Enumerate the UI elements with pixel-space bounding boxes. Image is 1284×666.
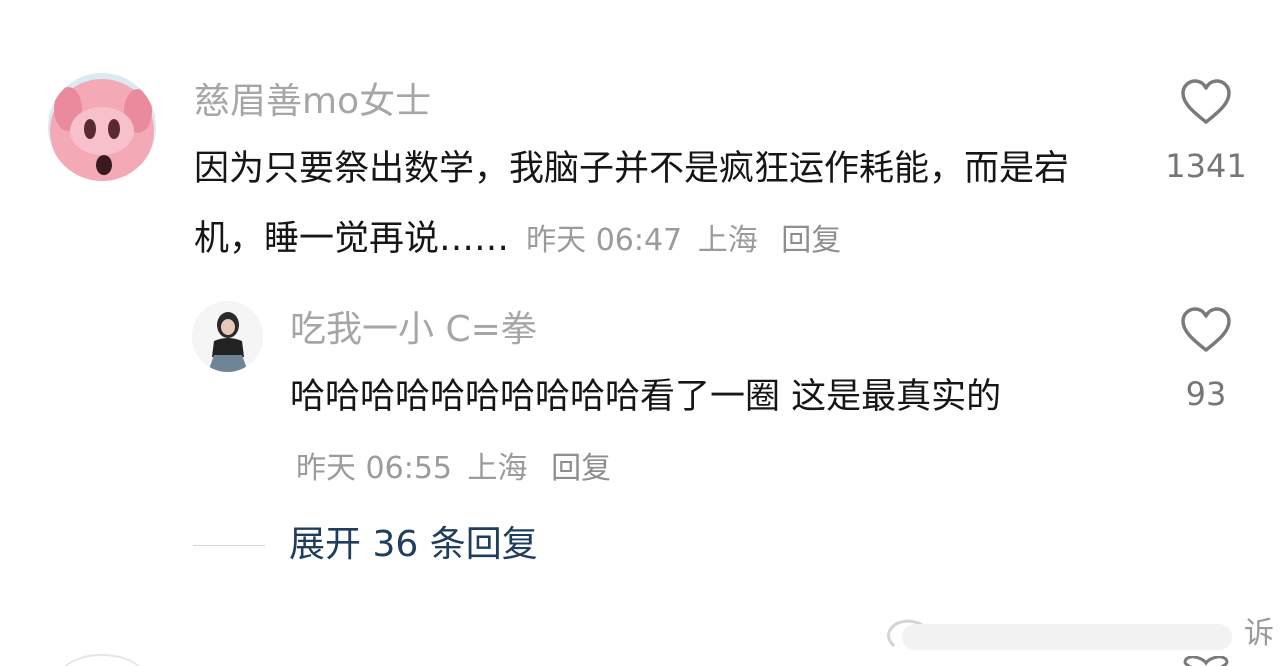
next-heart-icon[interactable] bbox=[1181, 656, 1231, 666]
reply-user-avatar[interactable] bbox=[192, 301, 263, 372]
comments-page: 慈眉善mo女士 因为只要祭出数学，我脑子并不是疯狂运作耗能，而是宕机，睡一觉再说… bbox=[0, 0, 1284, 666]
comment-username[interactable]: 慈眉善mo女士 bbox=[194, 80, 431, 124]
comment-meta: 昨天 06:47 上海 回复 bbox=[520, 223, 841, 258]
reply-time: 昨天 06:55 bbox=[296, 451, 452, 486]
comment-location: 上海 bbox=[697, 223, 758, 258]
reply-location: 上海 bbox=[467, 451, 528, 486]
comment-reply-button[interactable]: 回复 bbox=[781, 223, 841, 258]
expand-divider bbox=[193, 545, 265, 546]
expand-replies-button[interactable]: 展开 36 条回复 bbox=[289, 522, 538, 568]
watermark-text: 诉 bbox=[1244, 616, 1274, 651]
comment-body: 因为只要祭出数学，我脑子并不是疯狂运作耗能，而是宕机，睡一觉再说…… 昨天 06… bbox=[194, 134, 1114, 276]
comment-like-count: 1341 bbox=[1165, 147, 1247, 185]
user-avatar[interactable] bbox=[48, 73, 156, 181]
person-avatar-image bbox=[192, 301, 263, 372]
heart-outline-icon[interactable] bbox=[1180, 306, 1232, 354]
comment-like: 1341 bbox=[1151, 78, 1261, 186]
pig-avatar-image bbox=[48, 73, 156, 181]
reply-like: 93 bbox=[1151, 306, 1261, 414]
comment-time: 昨天 06:47 bbox=[526, 223, 683, 258]
reply-like-count: 93 bbox=[1185, 375, 1227, 413]
heart-outline-icon[interactable] bbox=[1180, 78, 1232, 126]
reply-username[interactable]: 吃我一小 C=拳 bbox=[290, 308, 537, 352]
next-comment-avatar[interactable] bbox=[60, 654, 144, 666]
reply-reply-button[interactable]: 回复 bbox=[551, 451, 611, 486]
reply-text: 哈哈哈哈哈哈哈哈哈哈看了一圈 这是最真实的 bbox=[290, 377, 1002, 417]
reply-body: 哈哈哈哈哈哈哈哈哈哈看了一圈 这是最真实的 昨天 06:55 上海 回复 bbox=[290, 362, 1120, 504]
reply-meta: 昨天 06:55 上海 回复 bbox=[290, 451, 611, 486]
